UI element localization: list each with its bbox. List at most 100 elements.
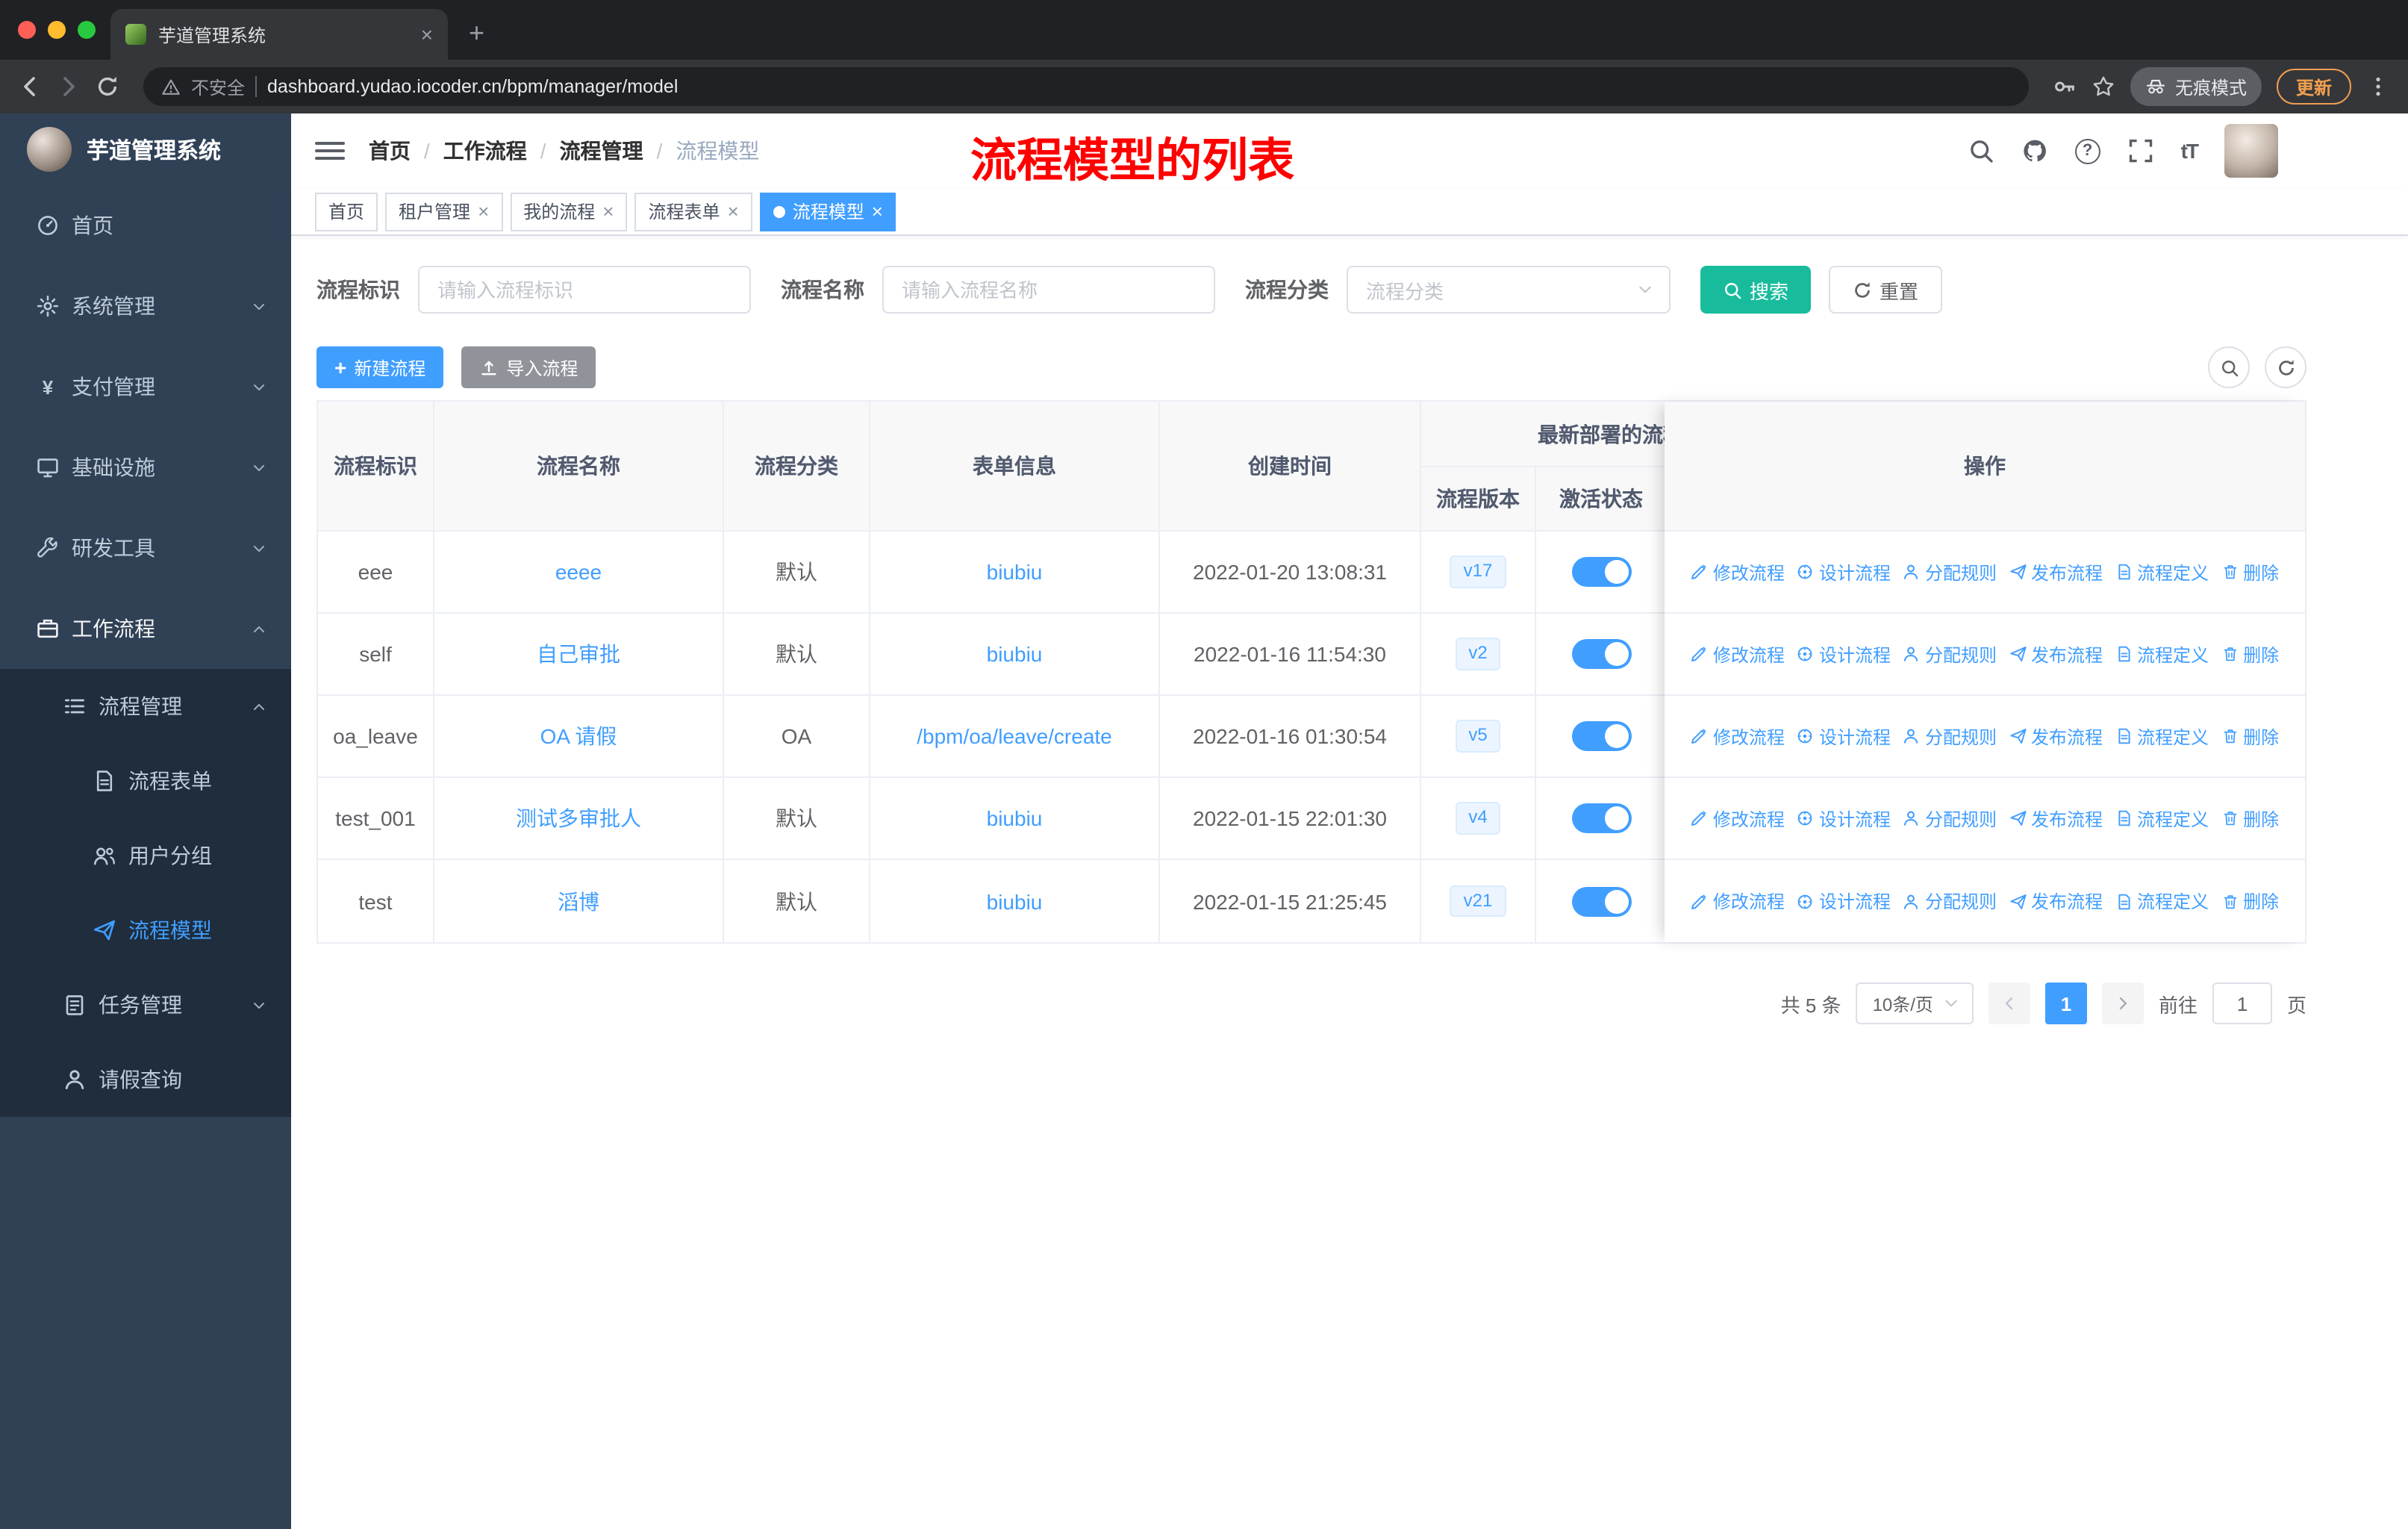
- sidebar-item-task[interactable]: 任务管理: [0, 968, 291, 1042]
- tab-close-icon[interactable]: ×: [421, 22, 433, 46]
- sidebar-item-send[interactable]: 流程模型: [0, 893, 291, 968]
- window-zoom-button[interactable]: [78, 21, 96, 39]
- tag-close-icon[interactable]: ×: [728, 202, 739, 221]
- action-delete[interactable]: 删除: [2221, 641, 2279, 667]
- reload-icon[interactable]: [96, 75, 119, 99]
- action-edit[interactable]: 修改流程: [1691, 806, 1785, 831]
- window-minimize-button[interactable]: [48, 21, 66, 39]
- action-design[interactable]: 设计流程: [1797, 888, 1891, 914]
- process-name-link[interactable]: eeee: [555, 560, 602, 584]
- tag-0[interactable]: 首页: [315, 192, 378, 231]
- sidebar-item-doc[interactable]: 流程表单: [0, 744, 291, 818]
- action-delete[interactable]: 删除: [2221, 806, 2279, 831]
- action-design[interactable]: 设计流程: [1797, 559, 1891, 585]
- window-close-button[interactable]: [18, 21, 36, 39]
- sidebar-item-dashboard[interactable]: 首页: [0, 185, 291, 266]
- action-definition[interactable]: 流程定义: [2115, 559, 2209, 585]
- next-page-button[interactable]: [2101, 983, 2144, 1024]
- help-icon[interactable]: ?: [2074, 138, 2100, 164]
- process-name-link[interactable]: OA 请假: [540, 721, 617, 751]
- sidebar-item-flow[interactable]: 流程管理: [0, 669, 291, 744]
- sidebar-item-monitor[interactable]: 基础设施: [0, 427, 291, 508]
- action-design[interactable]: 设计流程: [1797, 641, 1891, 667]
- action-assign[interactable]: 分配规则: [1903, 723, 1997, 749]
- sidebar-item-users[interactable]: 用户分组: [0, 818, 291, 893]
- process-name-link[interactable]: 测试多审批人: [516, 803, 641, 833]
- active-toggle[interactable]: [1571, 803, 1631, 833]
- form-info-link[interactable]: biubiu: [987, 889, 1043, 913]
- back-icon[interactable]: [18, 75, 42, 99]
- action-assign[interactable]: 分配规则: [1903, 888, 1997, 914]
- goto-page-input[interactable]: [2212, 983, 2272, 1024]
- action-delete[interactable]: 删除: [2221, 723, 2279, 749]
- action-assign[interactable]: 分配规则: [1903, 641, 1997, 667]
- tag-close-icon[interactable]: ×: [602, 202, 614, 221]
- form-info-link[interactable]: /bpm/oa/leave/create: [917, 724, 1112, 748]
- toggle-search-button[interactable]: [2208, 346, 2250, 388]
- forward-icon[interactable]: [57, 75, 81, 99]
- form-info-link[interactable]: biubiu: [987, 560, 1043, 584]
- active-toggle[interactable]: [1571, 557, 1631, 587]
- sidebar-toggle-icon[interactable]: [315, 142, 345, 160]
- sidebar-item-wrench[interactable]: 研发工具: [0, 508, 291, 588]
- update-button[interactable]: 更新: [2276, 69, 2351, 105]
- active-toggle[interactable]: [1571, 886, 1631, 916]
- action-edit[interactable]: 修改流程: [1691, 641, 1785, 667]
- address-bar[interactable]: 不安全 dashboard.yudao.iocoder.cn/bpm/manag…: [143, 67, 2029, 106]
- reset-button[interactable]: 重置: [1829, 266, 1943, 314]
- action-publish[interactable]: 发布流程: [2009, 888, 2103, 914]
- action-publish[interactable]: 发布流程: [2009, 723, 2103, 749]
- action-edit[interactable]: 修改流程: [1691, 559, 1785, 585]
- action-edit[interactable]: 修改流程: [1691, 888, 1785, 914]
- tag-active[interactable]: 流程模型 ×: [759, 192, 896, 231]
- browser-tab[interactable]: 芋道管理系统 ×: [110, 9, 448, 60]
- tag-1[interactable]: 租户管理 ×: [385, 192, 503, 231]
- search-icon[interactable]: [1968, 137, 1994, 164]
- action-publish[interactable]: 发布流程: [2009, 806, 2103, 831]
- action-definition[interactable]: 流程定义: [2115, 723, 2209, 749]
- new-tab-button[interactable]: +: [469, 18, 484, 49]
- action-definition[interactable]: 流程定义: [2115, 888, 2209, 914]
- import-process-button[interactable]: 导入流程: [461, 346, 596, 388]
- create-process-button[interactable]: + 新建流程: [316, 346, 444, 388]
- action-design[interactable]: 设计流程: [1797, 723, 1891, 749]
- action-definition[interactable]: 流程定义: [2115, 806, 2209, 831]
- sidebar-item-gear[interactable]: 系统管理: [0, 266, 291, 346]
- breadcrumb-item[interactable]: 流程管理: [560, 136, 643, 166]
- bookmark-star-icon[interactable]: [2092, 75, 2115, 99]
- process-name-link[interactable]: 滔博: [558, 886, 599, 916]
- breadcrumb-item[interactable]: 工作流程: [443, 136, 527, 166]
- breadcrumb-item[interactable]: 首页: [369, 136, 411, 166]
- form-info-link[interactable]: biubiu: [987, 806, 1043, 830]
- action-delete[interactable]: 删除: [2221, 888, 2279, 914]
- action-definition[interactable]: 流程定义: [2115, 641, 2209, 667]
- page-number-1[interactable]: 1: [2044, 983, 2087, 1024]
- font-size-icon[interactable]: tT: [2181, 139, 2199, 163]
- active-toggle[interactable]: [1571, 721, 1631, 751]
- process-name-link[interactable]: 自己审批: [537, 639, 620, 669]
- github-icon[interactable]: [2021, 137, 2048, 164]
- action-publish[interactable]: 发布流程: [2009, 641, 2103, 667]
- action-edit[interactable]: 修改流程: [1691, 723, 1785, 749]
- action-publish[interactable]: 发布流程: [2009, 559, 2103, 585]
- password-key-icon[interactable]: [2053, 75, 2077, 99]
- process-name-input[interactable]: [882, 266, 1215, 314]
- page-size-select[interactable]: 10条/页: [1856, 983, 1974, 1024]
- tag-close-icon[interactable]: ×: [478, 202, 489, 221]
- sidebar-item-yen[interactable]: ¥ 支付管理: [0, 346, 291, 427]
- search-button[interactable]: 搜索: [1700, 266, 1812, 314]
- tag-2[interactable]: 我的流程 ×: [510, 192, 628, 231]
- user-avatar[interactable]: [2224, 124, 2278, 178]
- browser-menu-icon[interactable]: [2366, 75, 2390, 99]
- refresh-table-button[interactable]: [2265, 346, 2306, 388]
- action-delete[interactable]: 删除: [2221, 559, 2279, 585]
- active-toggle[interactable]: [1571, 639, 1631, 669]
- tag-close-icon[interactable]: ×: [872, 202, 883, 221]
- form-info-link[interactable]: biubiu: [987, 642, 1043, 666]
- fullscreen-icon[interactable]: [2127, 137, 2154, 164]
- action-assign[interactable]: 分配规则: [1903, 806, 1997, 831]
- tag-3[interactable]: 流程表单 ×: [634, 192, 752, 231]
- action-assign[interactable]: 分配规则: [1903, 559, 1997, 585]
- sidebar-item-briefcase[interactable]: 工作流程: [0, 588, 291, 669]
- action-design[interactable]: 设计流程: [1797, 806, 1891, 831]
